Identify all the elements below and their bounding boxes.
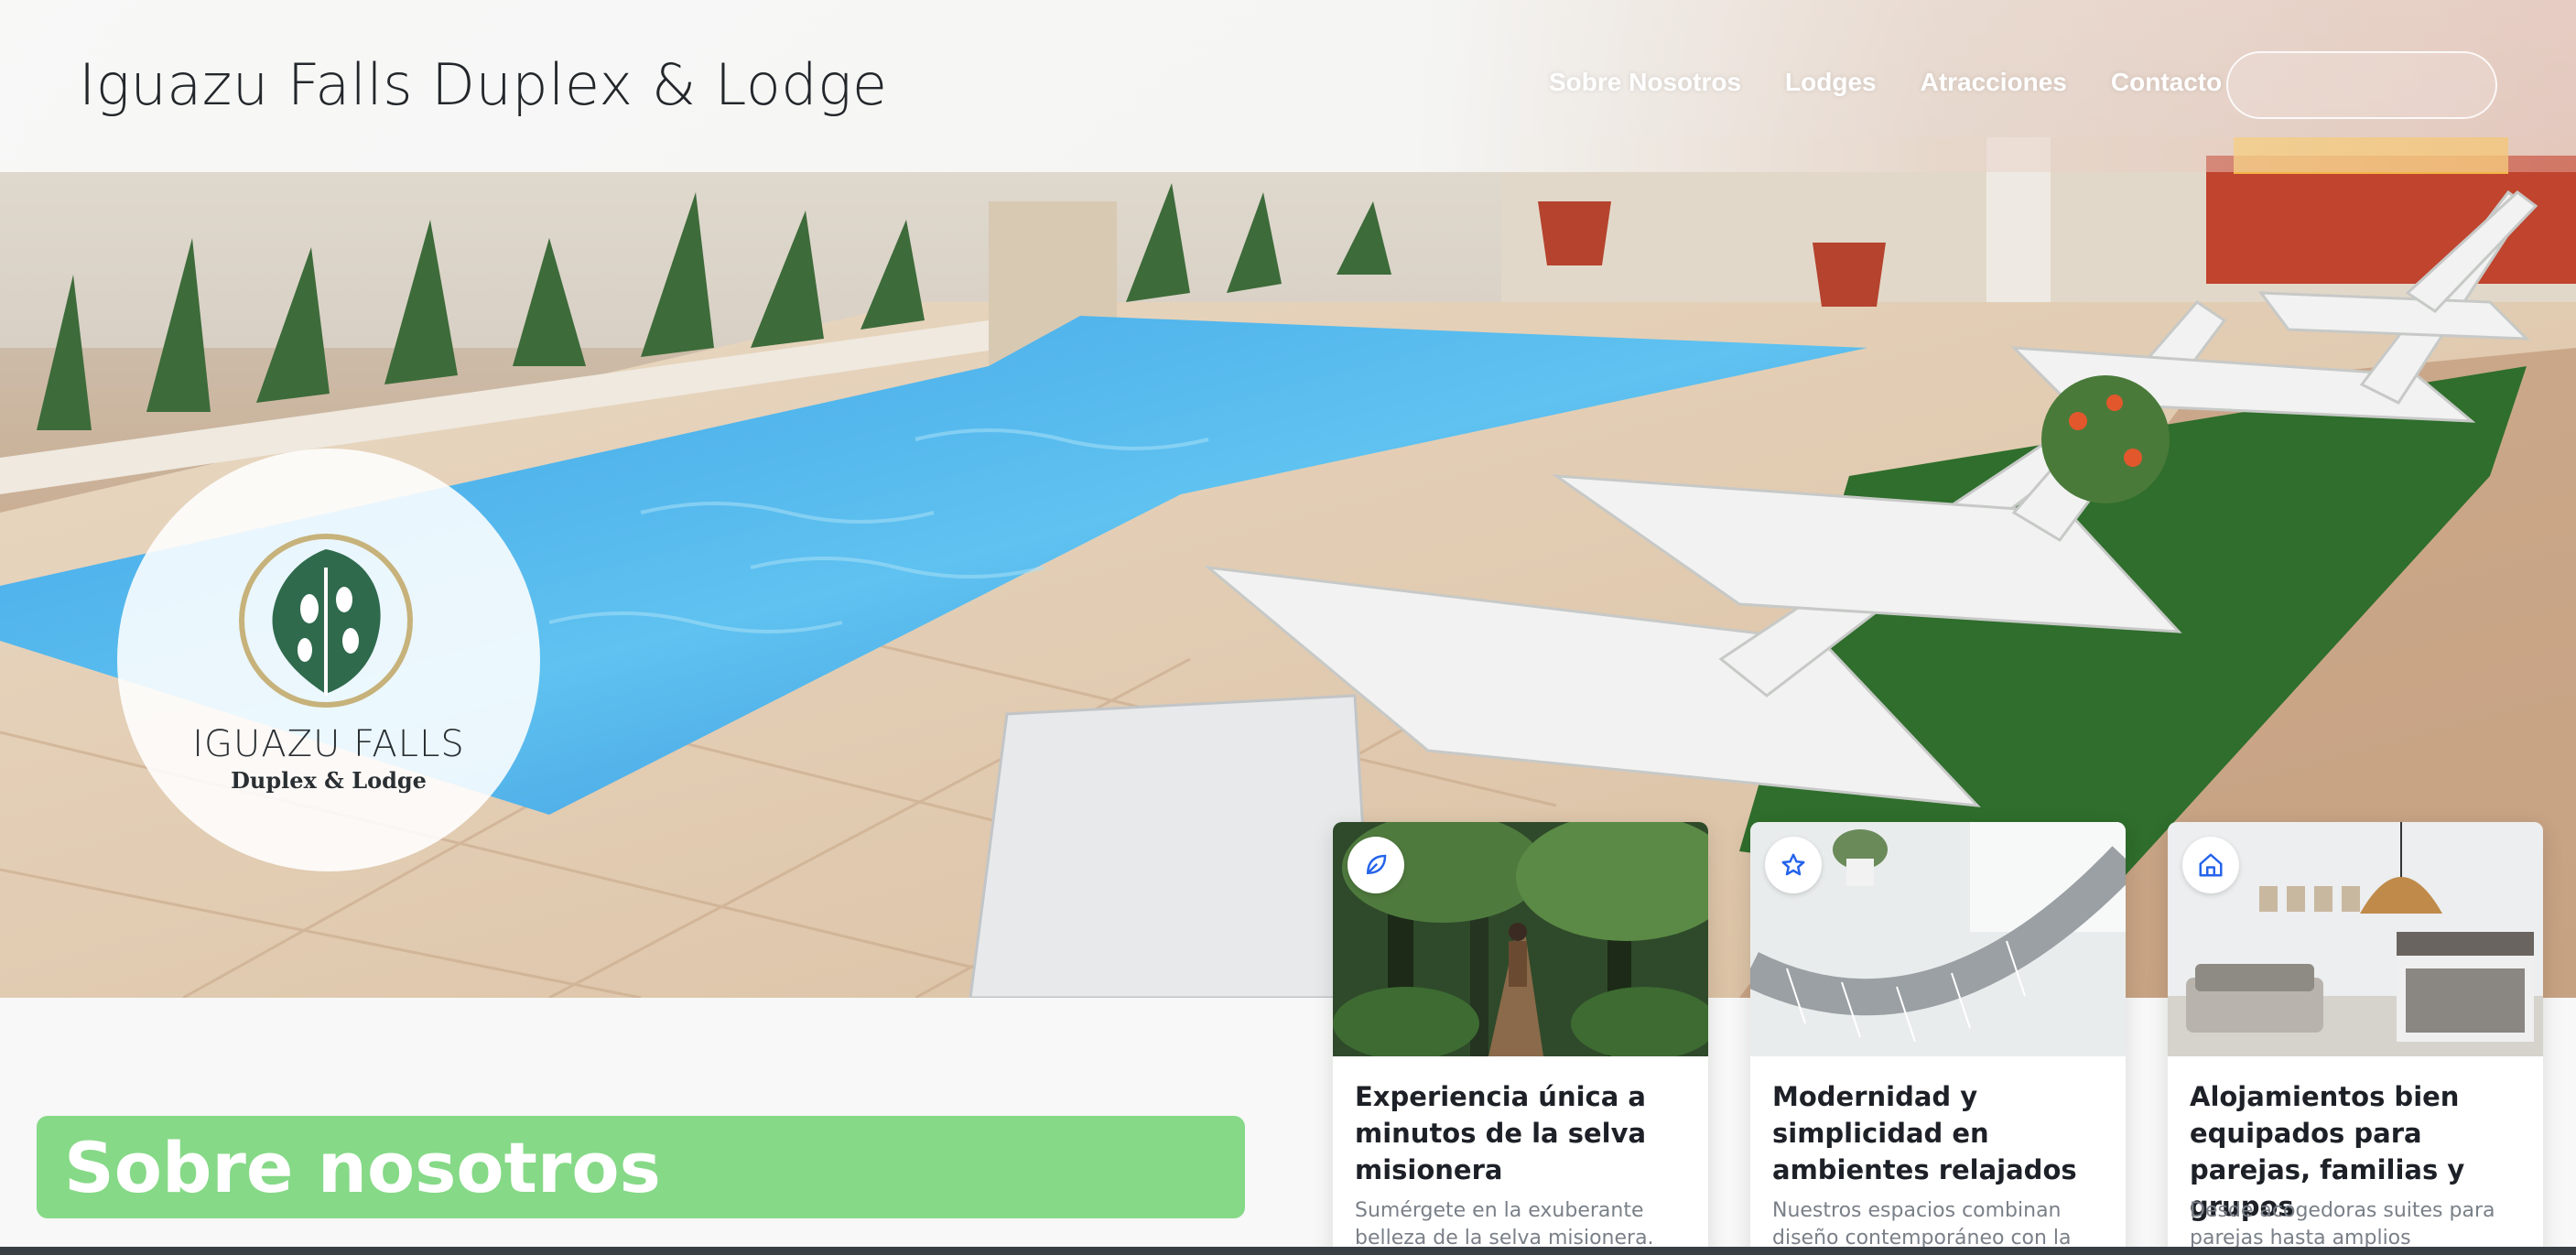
logo-title: IGUAZU FALLS (192, 723, 465, 765)
card-title: Experiencia única a minutos de la selva … (1355, 1081, 1647, 1185)
nav-sobre-nosotros[interactable]: Sobre Nosotros (1549, 68, 1741, 97)
bottom-bar (0, 1247, 2576, 1255)
feature-card-modernidad[interactable]: Modernidad y simplicidad en ambientes re… (1750, 822, 2126, 1255)
feature-card-selva[interactable]: Experiencia única a minutos de la selva … (1333, 822, 1708, 1255)
feature-card-alojamientos[interactable]: Alojamientos bien equipados para parejas… (2168, 822, 2543, 1255)
nav-contacto[interactable]: Contacto (2111, 68, 2222, 97)
logo-subtitle: Duplex & Lodge (231, 767, 427, 794)
site-header: Iguazu Falls Duplex & Lodge Sobre Nosotr… (0, 0, 2576, 172)
star-icon (1765, 837, 1822, 893)
card-text: Desde acogedoras suites para parejas has… (2190, 1199, 2495, 1250)
nav-lodges[interactable]: Lodges (1785, 68, 1877, 97)
main-nav: Sobre Nosotros Lodges Atracciones Contac… (1549, 68, 2222, 97)
leaf-icon (1348, 837, 1404, 893)
logo-badge: IGUAZU FALLS Duplex & Lodge (117, 449, 540, 871)
monstera-leaf-icon (239, 534, 413, 708)
section-title: Sobre nosotros (37, 1116, 1245, 1218)
site-brand[interactable]: Iguazu Falls Duplex & Lodge (79, 51, 887, 118)
nav-cta-button[interactable] (2226, 51, 2497, 119)
home-icon (2182, 837, 2239, 893)
nav-atracciones[interactable]: Atracciones (1921, 68, 2067, 97)
card-title: Modernidad y simplicidad en ambientes re… (1772, 1081, 2077, 1185)
